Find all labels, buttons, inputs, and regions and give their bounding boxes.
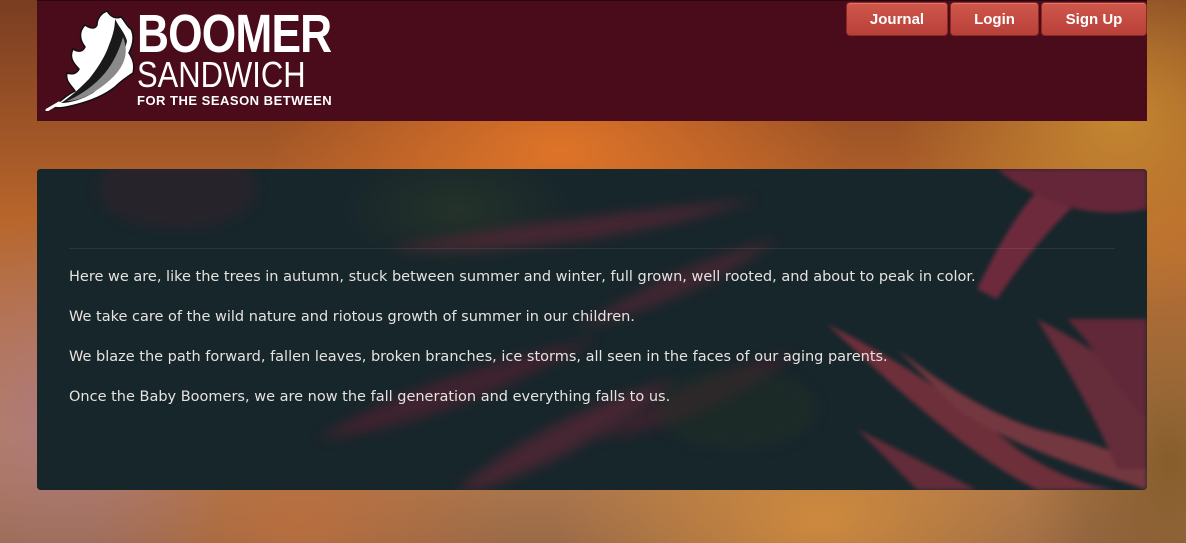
journal-button[interactable]: Journal bbox=[846, 2, 948, 36]
hero-paragraph: Once the Baby Boomers, we are now the fa… bbox=[69, 389, 671, 405]
logo-subtitle: SANDWICH bbox=[137, 54, 306, 95]
hero-panel: Here we are, like the trees in autumn, s… bbox=[37, 169, 1147, 490]
site-logo[interactable]: BOOMER SANDWICH FOR THE SEASON BETWEEN bbox=[45, 7, 335, 111]
hero-text: Here we are, like the trees in autumn, s… bbox=[69, 267, 1115, 427]
hero-paragraph: Here we are, like the trees in autumn, s… bbox=[69, 269, 976, 285]
main-nav: Journal Login Sign Up bbox=[846, 2, 1147, 36]
hero-paragraph: We blaze the path forward, fallen leaves… bbox=[69, 349, 888, 365]
logo-title: BOOMER bbox=[137, 4, 332, 64]
signup-button[interactable]: Sign Up bbox=[1041, 2, 1147, 36]
divider bbox=[69, 248, 1115, 249]
login-button[interactable]: Login bbox=[950, 2, 1039, 36]
oak-leaf-icon bbox=[45, 10, 135, 111]
hero-paragraph: We take care of the wild nature and riot… bbox=[69, 309, 635, 325]
logo-tagline: FOR THE SEASON BETWEEN bbox=[137, 93, 333, 108]
site-header: BOOMER SANDWICH FOR THE SEASON BETWEEN J… bbox=[37, 0, 1147, 121]
